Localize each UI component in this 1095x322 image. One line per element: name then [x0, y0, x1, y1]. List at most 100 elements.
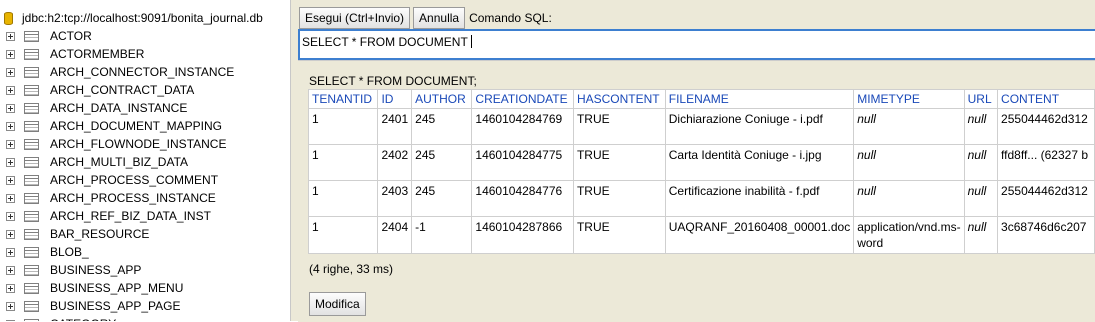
table-name: ARCH_CONTRACT_DATA: [50, 83, 195, 97]
table-cell[interactable]: 255044462d312: [997, 108, 1095, 145]
column-header[interactable]: MIMETYPE: [853, 89, 965, 109]
expand-icon[interactable]: [6, 247, 15, 257]
tree-item-table[interactable]: BLOB_: [6, 243, 89, 261]
table-cell[interactable]: Certificazione inabilità - f.pdf: [664, 180, 855, 217]
table-icon: [24, 30, 39, 42]
table-cell[interactable]: TRUE: [572, 180, 666, 217]
table-cell[interactable]: TRUE: [572, 108, 666, 145]
table-cell[interactable]: TRUE: [572, 144, 666, 181]
expand-icon[interactable]: [6, 49, 15, 59]
column-header[interactable]: CONTENT: [997, 89, 1095, 109]
tree-item-table[interactable]: ARCH_CONTRACT_DATA: [6, 81, 194, 99]
table-row: 1 2401 245 1460104284769 TRUE Dichiarazione C…: [307, 108, 1095, 145]
table-name: ARCH_MULTI_BIZ_DATA: [50, 155, 189, 169]
table-name: ARCH_DATA_INSTANCE: [50, 101, 188, 115]
table-name: CATEGORY: [50, 317, 116, 321]
expand-icon[interactable]: [6, 67, 15, 77]
table-cell[interactable]: 1460104284776: [471, 180, 574, 217]
tree-item-table[interactable]: ACTOR: [6, 27, 92, 45]
table-cell[interactable]: 245: [411, 144, 473, 181]
tree-item-table[interactable]: CATEGORY: [6, 315, 116, 321]
table-cell[interactable]: 1460104287866: [471, 216, 574, 254]
tree-item-table[interactable]: BUSINESS_APP_MENU: [6, 279, 183, 297]
table-cell[interactable]: 3c68746d6c207: [997, 216, 1095, 254]
table-cell[interactable]: UAQRANF_20160408_00001.doc: [664, 216, 855, 254]
expand-icon[interactable]: [6, 211, 15, 221]
tree-item-table[interactable]: BAR_RESOURCE: [6, 225, 149, 243]
table-cell[interactable]: null: [963, 144, 999, 181]
table-cell[interactable]: 255044462d312: [997, 180, 1095, 217]
table-icon: [24, 48, 39, 60]
run-button[interactable]: Esegui (Ctrl+Invio): [299, 7, 411, 29]
expand-icon[interactable]: [6, 139, 15, 149]
table-row: 1 2404 -1 1460104287866 TRUE UAQRANF_20160408…: [307, 216, 1095, 254]
connection-node[interactable]: jdbc:h2:tcp://localhost:9091/bonita_jour…: [4, 9, 263, 27]
cancel-button[interactable]: Annulla: [413, 7, 466, 29]
expand-icon[interactable]: [6, 175, 15, 185]
expand-icon[interactable]: [6, 301, 15, 311]
table-name: BUSINESS_APP_PAGE: [50, 299, 181, 313]
tree-item-table[interactable]: ARCH_DOCUMENT_MAPPING: [6, 117, 222, 135]
table-cell[interactable]: TRUE: [572, 216, 666, 254]
table-cell[interactable]: Carta Identità Coniuge - i.jpg: [664, 144, 855, 181]
connection-url: jdbc:h2:tcp://localhost:9091/bonita_jour…: [22, 11, 263, 25]
expand-icon[interactable]: [6, 103, 15, 113]
expand-icon[interactable]: [6, 283, 15, 293]
table-icon: [24, 282, 39, 294]
table-icon: [24, 84, 39, 96]
table-cell[interactable]: null: [853, 108, 965, 145]
table-icon: [24, 228, 39, 240]
column-header[interactable]: AUTHOR: [411, 89, 473, 109]
tree-item-table[interactable]: ARCH_MULTI_BIZ_DATA: [6, 153, 188, 171]
column-header[interactable]: URL: [963, 89, 999, 109]
table-cell[interactable]: 1: [307, 144, 379, 181]
expand-icon[interactable]: [6, 229, 15, 239]
column-header[interactable]: HASCONTENT: [572, 89, 666, 109]
expand-icon[interactable]: [6, 193, 15, 203]
table-cell[interactable]: 2402: [377, 144, 413, 181]
schema-tree: jdbc:h2:tcp://localhost:9091/bonita_jour…: [0, 0, 290, 321]
table-cell[interactable]: 2404: [377, 216, 413, 254]
sql-text: SELECT * FROM DOCUMENT: [302, 35, 468, 49]
expand-icon[interactable]: [6, 157, 15, 167]
table-cell[interactable]: null: [963, 180, 999, 217]
expand-icon[interactable]: [6, 265, 15, 275]
column-header[interactable]: ID: [377, 89, 413, 109]
tree-item-table[interactable]: BUSINESS_APP: [6, 261, 141, 279]
tree-item-table[interactable]: BUSINESS_APP_PAGE: [6, 297, 181, 315]
edit-button[interactable]: Modifica: [309, 292, 366, 316]
table-cell[interactable]: null: [853, 144, 965, 181]
table-cell[interactable]: ffd8ff... (62327 b: [997, 144, 1095, 181]
table-cell[interactable]: 2403: [377, 180, 413, 217]
expand-icon[interactable]: [6, 85, 15, 95]
tree-item-table[interactable]: ARCH_CONNECTOR_INSTANCE: [6, 63, 234, 81]
table-cell[interactable]: 1: [307, 108, 379, 145]
tree-item-table[interactable]: ARCH_FLOWNODE_INSTANCE: [6, 135, 226, 153]
table-cell[interactable]: 1460104284769: [471, 108, 574, 145]
expand-icon[interactable]: [6, 31, 15, 41]
table-cell[interactable]: null: [963, 216, 999, 254]
tree-item-table[interactable]: ARCH_PROCESS_INSTANCE: [6, 189, 216, 207]
column-header[interactable]: TENANTID: [307, 89, 379, 109]
database-icon: [4, 11, 13, 25]
table-cell[interactable]: 1: [307, 216, 379, 254]
table-cell[interactable]: 2401: [377, 108, 413, 145]
column-header[interactable]: FILENAME: [664, 89, 855, 109]
table-cell[interactable]: application/vnd.ms-word: [853, 216, 965, 254]
results-panel: SELECT * FROM DOCUMENT; TENANTID ID AUTHOR…: [298, 60, 1095, 322]
table-cell[interactable]: 1: [307, 180, 379, 217]
table-cell[interactable]: Dichiarazione Coniuge - i.pdf: [664, 108, 855, 145]
tree-item-table[interactable]: ARCH_REF_BIZ_DATA_INST: [6, 207, 211, 225]
column-header[interactable]: CREATIONDATE: [471, 89, 574, 109]
table-cell[interactable]: null: [963, 108, 999, 145]
sql-input[interactable]: SELECT * FROM DOCUMENT: [298, 29, 1095, 60]
tree-item-table[interactable]: ARCH_PROCESS_COMMENT: [6, 171, 218, 189]
table-cell[interactable]: null: [853, 180, 965, 217]
table-cell[interactable]: -1: [411, 216, 473, 254]
tree-item-table[interactable]: ACTORMEMBER: [6, 45, 144, 63]
table-cell[interactable]: 1460104284775: [471, 144, 574, 181]
table-cell[interactable]: 245: [411, 180, 473, 217]
expand-icon[interactable]: [6, 121, 15, 131]
tree-item-table[interactable]: ARCH_DATA_INSTANCE: [6, 99, 187, 117]
table-cell[interactable]: 245: [411, 108, 473, 145]
